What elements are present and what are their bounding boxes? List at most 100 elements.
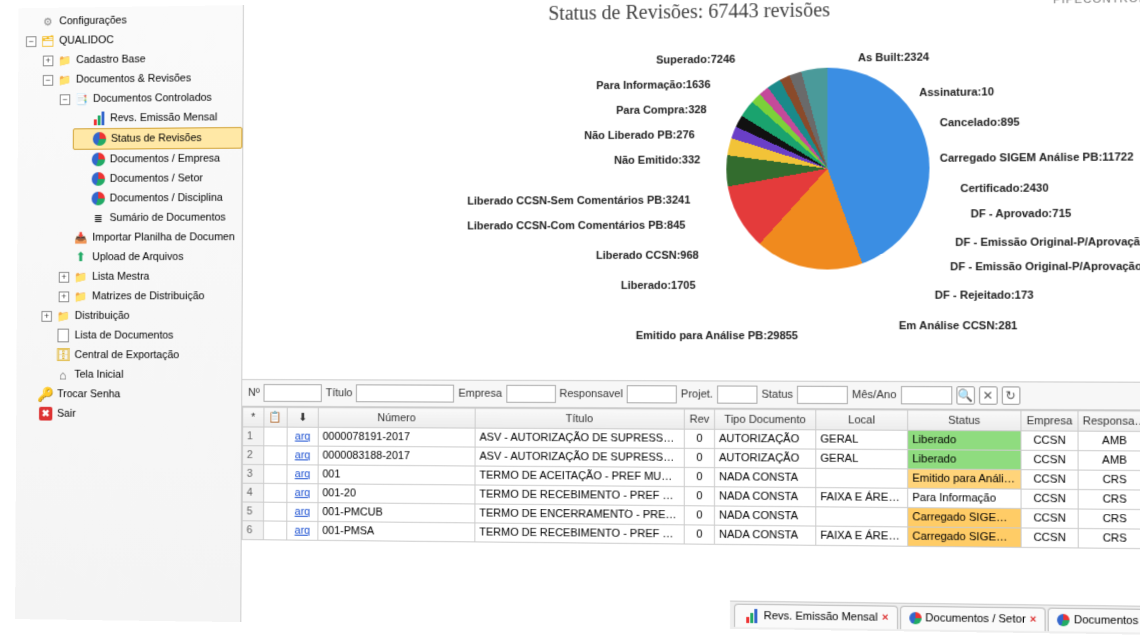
tree-sair[interactable]: ✖ Sair (20, 404, 241, 425)
row-icon[interactable] (264, 427, 287, 446)
tree-docs-rev[interactable]: −📁Documentos & Revisões (39, 68, 243, 90)
tree-matrizes[interactable]: +📁Matrizes de Distribuição (55, 286, 242, 306)
col-numero[interactable]: Número (318, 407, 475, 428)
tree-distrib[interactable]: +📁Distribuição (38, 306, 242, 326)
tree-lista-docs[interactable]: Lista de Documentos (38, 326, 242, 346)
filter-input-status[interactable] (797, 386, 848, 404)
cell-rev: 0 (684, 506, 714, 525)
tree-cadastro[interactable]: +📁Cadastro Base (39, 48, 243, 70)
pie-label: Em Análise CCSN:281 (899, 320, 1017, 332)
col-empresa[interactable]: Empresa (1021, 410, 1078, 431)
chart-area: Status de Revisões: 67443 revisões Super… (242, 0, 1140, 382)
arq-link[interactable]: arq (287, 521, 318, 540)
arq-link[interactable]: arq (287, 446, 318, 465)
collapse-icon[interactable]: − (43, 74, 53, 85)
col-icon2[interactable]: ⬇ (287, 407, 318, 427)
close-icon[interactable]: × (1030, 614, 1037, 626)
tree-label: Documentos / Setor (110, 172, 203, 184)
col-resp[interactable]: Responsavel (1078, 411, 1140, 432)
row-icon[interactable] (264, 502, 287, 521)
col-icon1[interactable]: 📋 (264, 407, 287, 427)
pie-label: Liberado CCSN-Sem Comentários PB:3241 (467, 194, 690, 207)
pie-label: Assinatura:10 (919, 86, 994, 99)
row-icon[interactable] (264, 465, 287, 484)
docs-icon: 📑 (74, 91, 89, 107)
col-rev[interactable]: Rev (684, 409, 714, 429)
col-tipo[interactable]: Tipo Documento (715, 409, 816, 430)
arq-link[interactable]: arq (287, 484, 318, 503)
pie-chart-icon (91, 152, 106, 168)
tree-central-exp[interactable]: 🗄Central de Exportação (37, 345, 241, 365)
filter-input-projet[interactable] (717, 385, 757, 403)
tab-docs-setor[interactable]: Documentos / Setor × (900, 606, 1046, 631)
col-rownum[interactable]: * (243, 407, 264, 427)
tree-docs-disc[interactable]: Documentos / Disciplina (72, 188, 242, 208)
tree-trocar-senha[interactable]: 🔑Trocar Senha (20, 384, 241, 404)
cell-empresa: CCSN (1021, 450, 1078, 470)
collapse-icon[interactable]: − (60, 94, 71, 105)
pie-label: Não Emitido:332 (614, 154, 700, 167)
arq-link[interactable]: arq (287, 427, 318, 446)
tree-revs-mensal[interactable]: Revs. Emissão Mensal (73, 107, 243, 128)
cell-empresa: CCSN (1021, 470, 1078, 490)
close-icon[interactable]: × (882, 612, 889, 624)
expand-icon[interactable]: + (59, 291, 70, 302)
tree-lista-mestra[interactable]: +📁Lista Mestra (55, 267, 242, 287)
folder-icon: 📁 (56, 308, 71, 324)
filter-label-resp: Responsavel (559, 388, 622, 400)
tree-docs-setor[interactable]: Documentos / Setor (73, 168, 243, 189)
tree-sumario[interactable]: ≣Sumário de Documentos (72, 208, 242, 228)
clear-button[interactable]: ✕ (979, 386, 998, 404)
arq-link[interactable]: arq (287, 465, 318, 484)
tree-qualidoc[interactable]: −🗂QUALIDOC (22, 29, 243, 51)
bar-chart-icon (91, 111, 106, 127)
cell-empresa: CCSN (1021, 431, 1078, 451)
rownum: 2 (242, 446, 263, 465)
exit-icon: ✖ (38, 406, 53, 422)
filter-input-empresa[interactable] (506, 385, 556, 403)
expand-icon[interactable]: + (43, 55, 53, 66)
expand-icon[interactable]: + (41, 311, 52, 322)
tree-upload[interactable]: ⬆Upload de Arquivos (55, 247, 242, 267)
tree-label: Sair (57, 408, 76, 420)
col-local[interactable]: Local (816, 410, 908, 431)
cell-resp: AMB (1078, 451, 1140, 471)
cell-status: Carregado SIGEM Análi (908, 508, 1021, 528)
pie-label: Não Liberado PB:276 (584, 129, 695, 142)
tab-documentos[interactable]: Documentos (1048, 608, 1140, 633)
tab-label: Documentos (1074, 614, 1139, 627)
tree-docs-ctrl[interactable]: −📑Documentos Controlados (56, 88, 243, 109)
tab-revs-mensal[interactable]: Revs. Emissão Mensal× (734, 604, 897, 629)
filter-input-titulo[interactable] (356, 384, 454, 402)
tree-tela-inicial[interactable]: ⌂Tela Inicial (37, 365, 241, 385)
collapse-icon[interactable]: − (26, 36, 36, 47)
gear-icon: ⚙ (40, 14, 55, 30)
row-icon[interactable] (264, 483, 287, 502)
col-status[interactable]: Status (908, 410, 1021, 431)
cell-numero: 001-20 (318, 484, 475, 504)
tree-docs-empresa[interactable]: Documentos / Empresa (73, 149, 243, 170)
filter-input-mesano[interactable] (900, 386, 951, 404)
row-icon[interactable] (264, 446, 287, 465)
sidebar-tree: ⚙Configurações −🗂QUALIDOC +📁Cadastro Bas… (15, 5, 244, 622)
rownum: 3 (242, 464, 263, 483)
folder-icon: 📁 (73, 269, 88, 285)
cell-tipo: NADA CONSTA (714, 487, 815, 507)
refresh-button[interactable]: ↻ (1001, 386, 1020, 404)
tree-status-rev[interactable]: Status de Revisões (73, 127, 243, 150)
arq-link[interactable]: arq (287, 502, 318, 521)
pie-label: Liberado:1705 (621, 280, 696, 292)
tab-label: Documentos / Setor (925, 612, 1025, 626)
filter-input-responsavel[interactable] (627, 385, 677, 403)
col-titulo[interactable]: Título (475, 408, 684, 429)
pie-chart-icon (91, 191, 106, 207)
filter-input-no[interactable] (263, 384, 321, 402)
expand-icon[interactable]: + (59, 271, 70, 282)
row-icon[interactable] (263, 521, 286, 540)
tree-label: QUALIDOC (59, 34, 114, 46)
tree-label: Central de Exportação (75, 349, 180, 361)
tree-importar[interactable]: 📥Importar Planilha de Documen (55, 227, 242, 247)
folder-icon: 📁 (57, 52, 72, 68)
main-panel: PIPECONTROL Status de Revisões: 67443 re… (241, 0, 1140, 635)
search-button[interactable]: 🔍 (956, 386, 975, 404)
